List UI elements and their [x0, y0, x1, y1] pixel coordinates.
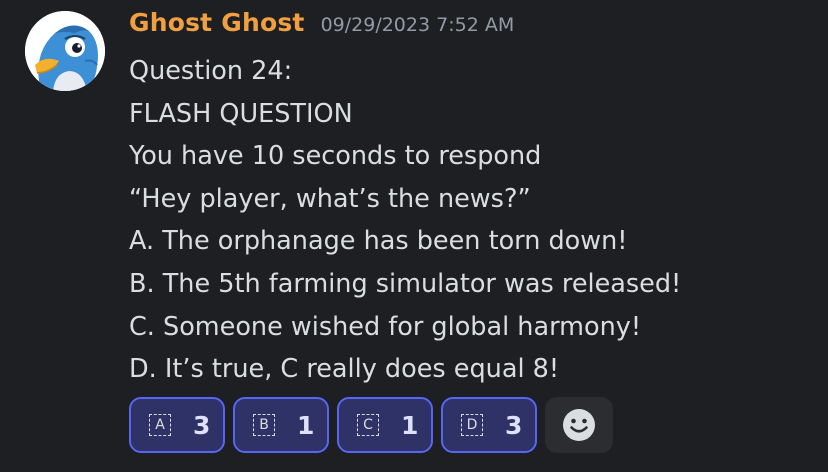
- reactions-bar: A 3 B 1 C 1 D 3: [129, 397, 613, 453]
- reaction-c[interactable]: C 1: [337, 397, 433, 453]
- message-content: Question 24: FLASH QUESTION You have 10 …: [129, 50, 819, 391]
- answer-option-b: B. The 5th farming simulator was release…: [129, 268, 682, 299]
- answer-option-d: D. It’s true, C really does equal 8!: [129, 354, 560, 385]
- reaction-count: 1: [401, 410, 419, 440]
- chat-message: Ghost Ghost 09/29/2023 7:52 AM Question …: [0, 0, 828, 472]
- reaction-b[interactable]: B 1: [233, 397, 329, 453]
- message-line: You have 10 seconds to respond: [129, 141, 542, 172]
- username[interactable]: Ghost Ghost: [129, 8, 305, 37]
- reaction-a[interactable]: A 3: [129, 397, 225, 453]
- reaction-count: 3: [193, 410, 211, 440]
- add-reaction-button[interactable]: [545, 397, 613, 453]
- message-header: Ghost Ghost 09/29/2023 7:52 AM: [129, 8, 514, 44]
- message-line: FLASH QUESTION: [129, 98, 353, 129]
- message-line: “Hey player, what’s the news?”: [129, 183, 531, 214]
- letter-a-emoji-icon: A: [149, 414, 171, 436]
- answer-option-c: C. Someone wished for global harmony!: [129, 311, 642, 342]
- reaction-count: 1: [297, 410, 315, 440]
- letter-b-emoji-icon: B: [253, 414, 275, 436]
- letter-c-emoji-icon: C: [357, 414, 379, 436]
- reaction-d[interactable]: D 3: [441, 397, 537, 453]
- blue-bird-avatar-icon: [25, 11, 105, 91]
- letter-d-emoji-icon: D: [461, 414, 483, 436]
- reaction-count: 3: [505, 410, 523, 440]
- answer-option-a: A. The orphanage has been torn down!: [129, 226, 628, 257]
- avatar[interactable]: [25, 11, 105, 91]
- smiley-face-icon: [563, 409, 595, 441]
- message-line: Question 24:: [129, 56, 293, 86]
- timestamp: 09/29/2023 7:52 AM: [320, 14, 515, 36]
